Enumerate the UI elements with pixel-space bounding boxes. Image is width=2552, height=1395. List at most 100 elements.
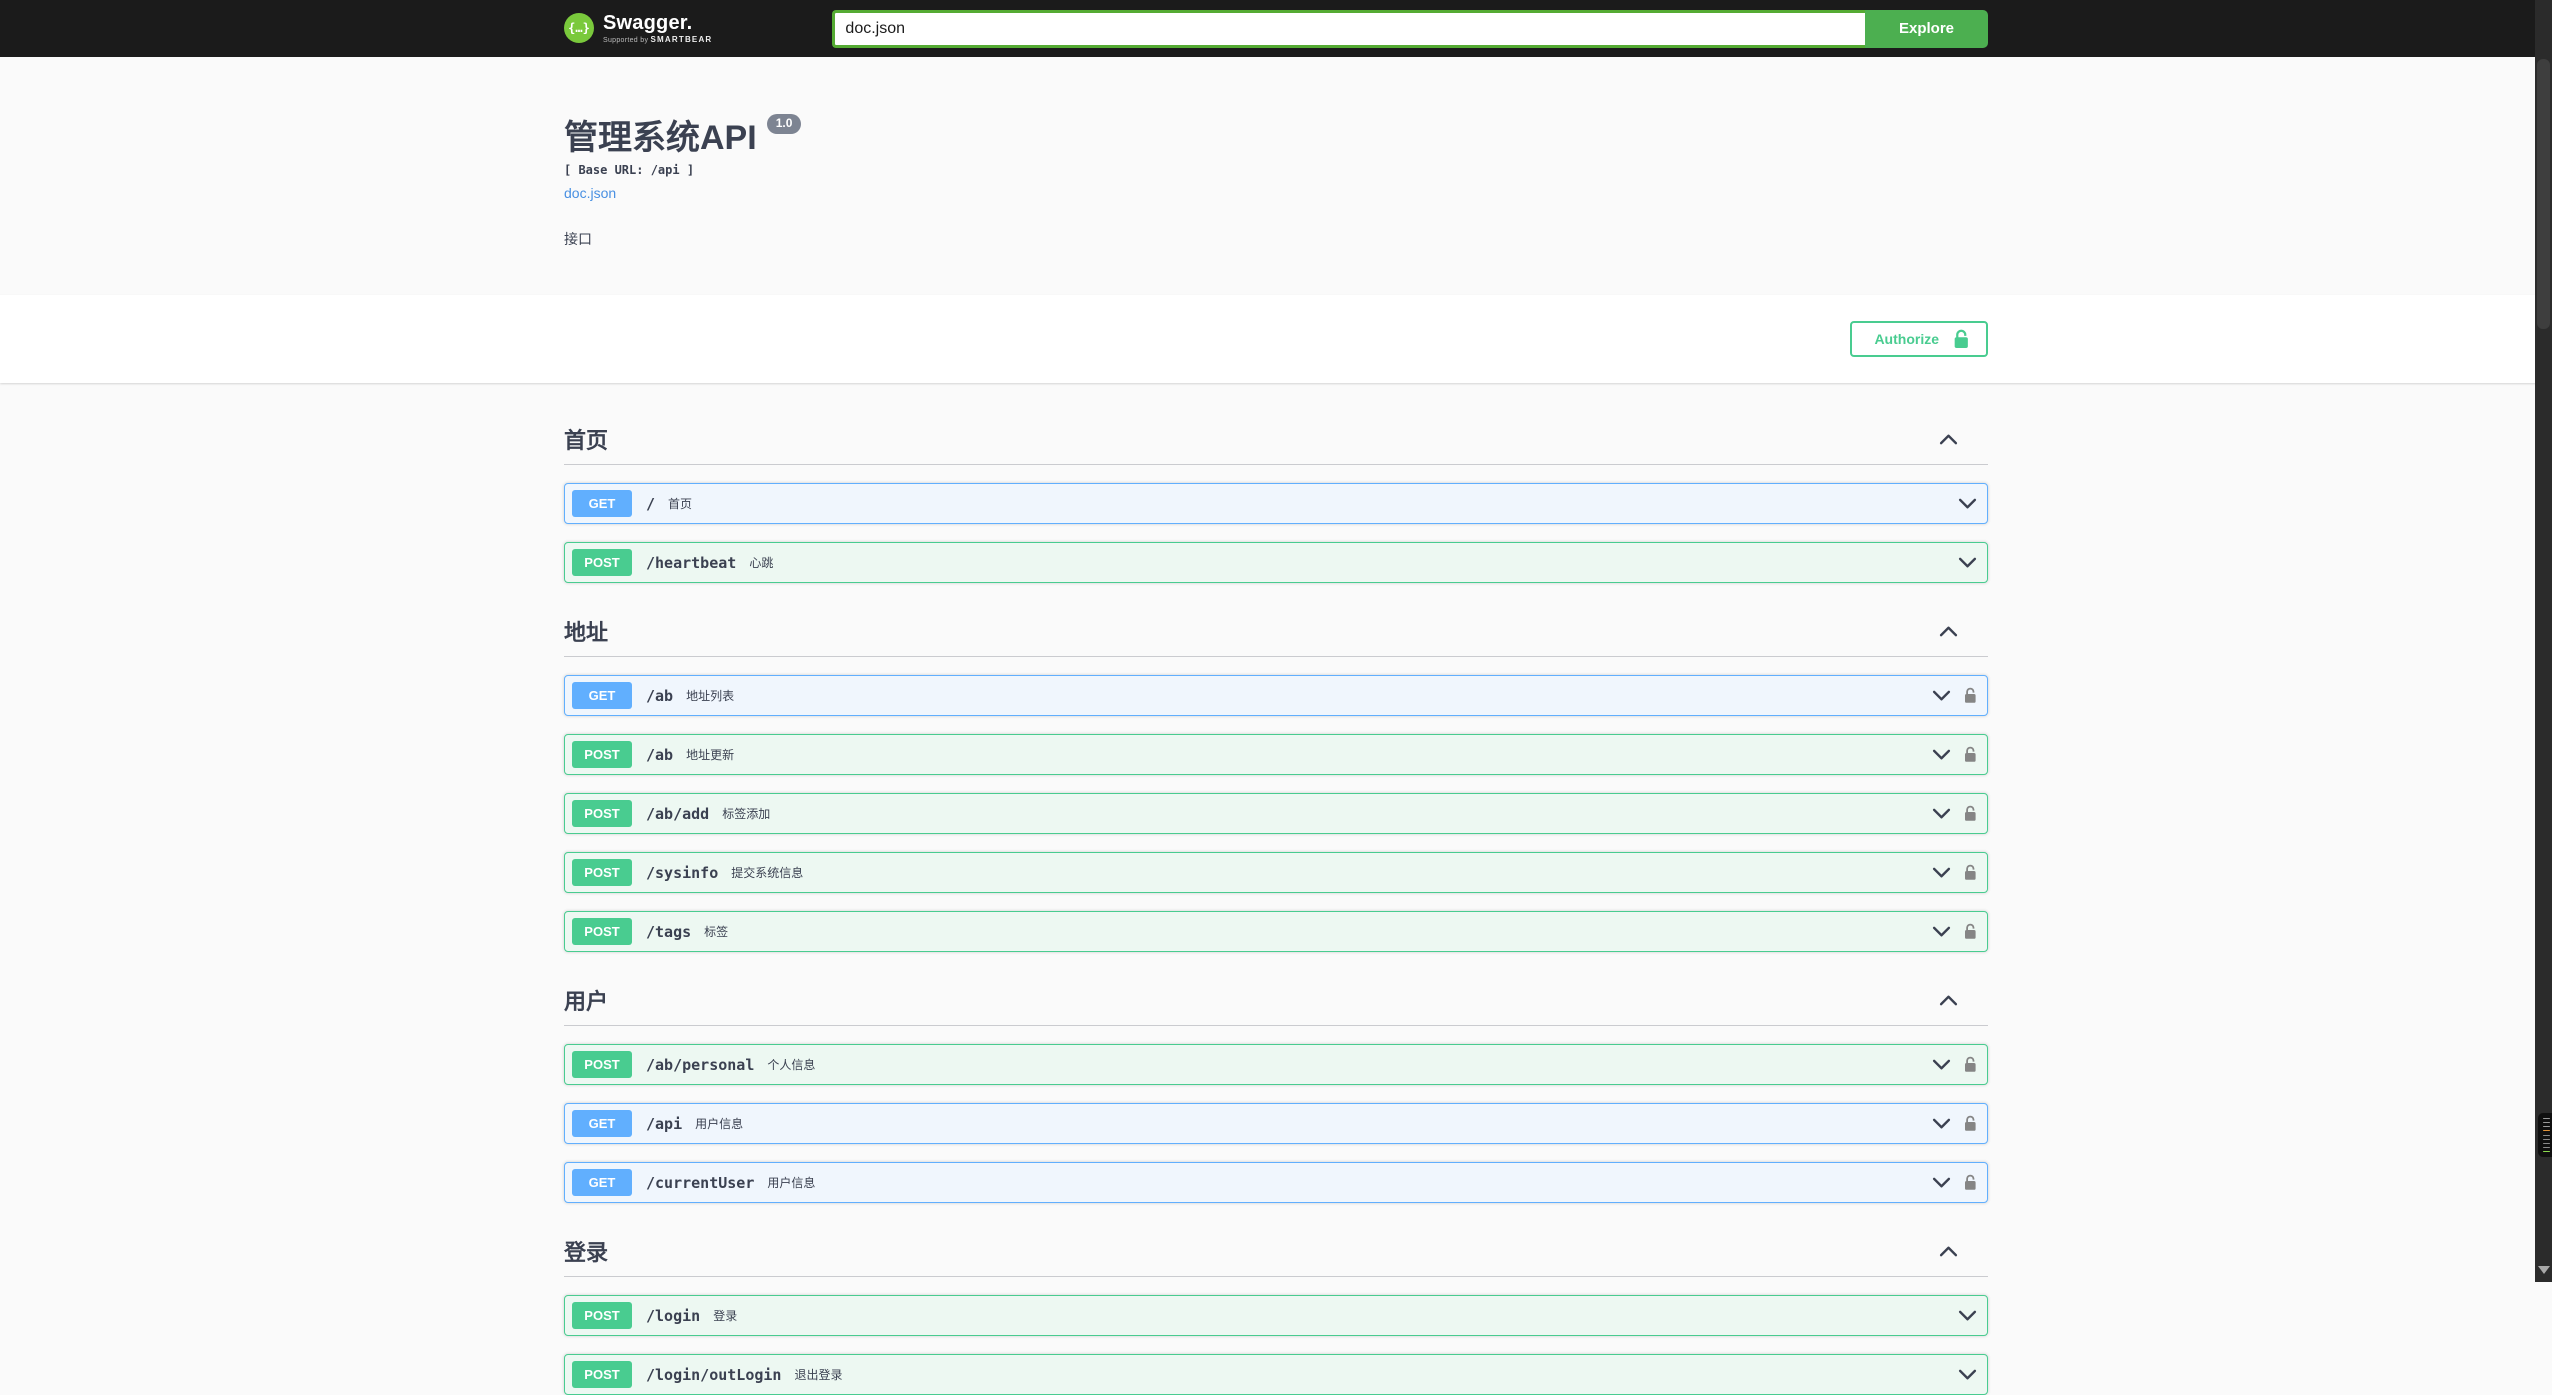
chevron-down-icon[interactable]: [1932, 867, 1951, 879]
operation-path: /currentUser: [646, 1173, 755, 1192]
operation-icons: [1932, 1115, 1977, 1132]
method-badge: GET: [572, 682, 632, 710]
tag-section: 地址 GET/ab 地址列表 POST/ab 地址更新 POST/ab/add 标签添加 PO…: [564, 611, 1988, 953]
operation-icons: [1958, 557, 1977, 569]
tag-title: 地址: [564, 620, 609, 646]
chevron-up-icon[interactable]: [1939, 625, 1958, 637]
chevron-up-icon[interactable]: [1939, 1245, 1958, 1257]
tag-section: 登录 POST/login 登录 POST/login/outLogin 退出登录: [564, 1231, 1988, 1395]
auth-lock-icon[interactable]: [1964, 746, 1977, 763]
chevron-down-icon[interactable]: [1932, 1059, 1951, 1071]
operation-icons: [1932, 1174, 1977, 1191]
chevron-down-icon[interactable]: [1958, 557, 1977, 569]
minimap-line: [2543, 1122, 2550, 1124]
operation-path: /login/outLogin: [646, 1365, 782, 1384]
operation-icons: [1932, 687, 1977, 704]
minimap-line: [2543, 1134, 2550, 1136]
chevron-down-icon[interactable]: [1932, 690, 1951, 702]
operation-icons: [1958, 1369, 1977, 1381]
opblock-row[interactable]: GET/currentUser 用户信息: [564, 1162, 1988, 1204]
tag-header[interactable]: 首页: [564, 419, 1988, 466]
method-badge: POST: [572, 1302, 632, 1330]
method-badge: POST: [572, 741, 632, 769]
logo-texts: Swagger. Supported by SMARTBEAR: [603, 11, 712, 44]
authorize-label: Authorize: [1874, 331, 1939, 348]
operation-summary: 标签: [704, 925, 729, 940]
operation-path: /: [646, 494, 656, 513]
page-title: 管理系统API 1.0: [564, 114, 1988, 158]
opblock-row[interactable]: POST/heartbeat 心跳: [564, 542, 1988, 584]
opblock-row[interactable]: POST/sysinfo 提交系统信息: [564, 852, 1988, 894]
authorize-button[interactable]: Authorize: [1850, 321, 1988, 358]
tag-header[interactable]: 地址: [564, 611, 1988, 658]
chevron-down-icon[interactable]: [1932, 808, 1951, 820]
operation-summary: 退出登录: [794, 1368, 843, 1383]
opblock-row[interactable]: POST/login/outLogin 退出登录: [564, 1354, 1988, 1395]
logo-glyph: {…}: [568, 21, 590, 36]
opblock-row[interactable]: GET / 首页: [564, 483, 1988, 525]
auth-lock-icon[interactable]: [1964, 1056, 1977, 1073]
auth-lock-icon[interactable]: [1964, 864, 1977, 881]
opblock-row[interactable]: POST/ab 地址更新: [564, 734, 1988, 776]
opblock-row[interactable]: POST/login 登录: [564, 1295, 1988, 1337]
operation-path: /ab/personal: [646, 1055, 755, 1074]
swagger-logo[interactable]: {…} Swagger. Supported by SMARTBEAR: [564, 11, 712, 44]
chevron-down-icon[interactable]: [1958, 1310, 1977, 1322]
topbar: {…} Swagger. Supported by SMARTBEAR Expl…: [0, 0, 2552, 57]
api-title-text: 管理系统API: [564, 119, 757, 157]
opblock-row[interactable]: GET/api 用户信息: [564, 1103, 1988, 1145]
api-description: 接口: [564, 231, 592, 248]
spec-link[interactable]: doc.json: [564, 185, 616, 201]
scrollbar-down-arrow-icon[interactable]: [2538, 1266, 2550, 1274]
tag-header[interactable]: 登录: [564, 1231, 1988, 1278]
scheme-container: Authorize: [0, 295, 2552, 384]
minimap-line: [2543, 1142, 2550, 1144]
opblock-row[interactable]: POST/tags 标签: [564, 911, 1988, 953]
minimap-line: [2543, 1138, 2550, 1140]
logo-title: Swagger.: [603, 11, 693, 34]
chevron-down-icon[interactable]: [1958, 1369, 1977, 1381]
operation-summary: 地址更新: [686, 748, 735, 763]
tag-title: 首页: [564, 428, 609, 454]
operation-icons: [1958, 498, 1977, 510]
auth-lock-icon[interactable]: [1964, 687, 1977, 704]
operation-path: /sysinfo: [646, 863, 719, 882]
operation-summary: 提交系统信息: [731, 866, 804, 881]
method-badge: POST: [572, 1051, 632, 1079]
auth-lock-icon[interactable]: [1964, 805, 1977, 822]
minimap-line: [2543, 1118, 2550, 1119]
operation-summary: 地址列表: [686, 689, 735, 704]
chevron-up-icon[interactable]: [1939, 433, 1958, 445]
chevron-down-icon[interactable]: [1932, 749, 1951, 761]
minimap-overlay-widget[interactable]: [2538, 1113, 2552, 1157]
main-content: 管理系统API 1.0 [ Base URL: /api ] doc.json …: [0, 57, 2552, 1395]
vertical-scrollbar[interactable]: [2535, 0, 2552, 1282]
chevron-down-icon[interactable]: [1932, 1118, 1951, 1130]
auth-lock-icon[interactable]: [1964, 1174, 1977, 1191]
explore-button[interactable]: Explore: [1865, 9, 1988, 48]
operation-path: /ab: [646, 686, 674, 705]
opblock-row[interactable]: POST/ab/personal 个人信息: [564, 1044, 1988, 1086]
tag-title: 用户: [564, 989, 609, 1015]
scrollbar-thumb[interactable]: [2537, 59, 2550, 329]
operation-path: /tags: [646, 922, 692, 941]
tag-header[interactable]: 用户: [564, 980, 1988, 1027]
operation-summary: 用户信息: [695, 1117, 744, 1132]
auth-lock-icon[interactable]: [1964, 1115, 1977, 1132]
auth-lock-icon[interactable]: [1964, 923, 1977, 940]
operation-path: /ab: [646, 745, 674, 764]
method-badge: GET: [572, 490, 632, 518]
chevron-down-icon[interactable]: [1932, 926, 1951, 938]
swagger-braces-icon: {…}: [564, 13, 594, 44]
chevron-down-icon[interactable]: [1932, 1177, 1951, 1189]
opblock-row[interactable]: POST/ab/add 标签添加: [564, 793, 1988, 835]
minimap-line: [2543, 1130, 2550, 1132]
method-badge: POST: [572, 1361, 632, 1389]
method-badge: POST: [572, 549, 632, 577]
spec-url-input[interactable]: [832, 9, 1865, 48]
operation-icons: [1958, 1310, 1977, 1322]
chevron-up-icon[interactable]: [1939, 994, 1958, 1006]
operation-summary: 登录: [713, 1309, 738, 1324]
opblock-row[interactable]: GET/ab 地址列表: [564, 675, 1988, 717]
chevron-down-icon[interactable]: [1958, 498, 1977, 510]
